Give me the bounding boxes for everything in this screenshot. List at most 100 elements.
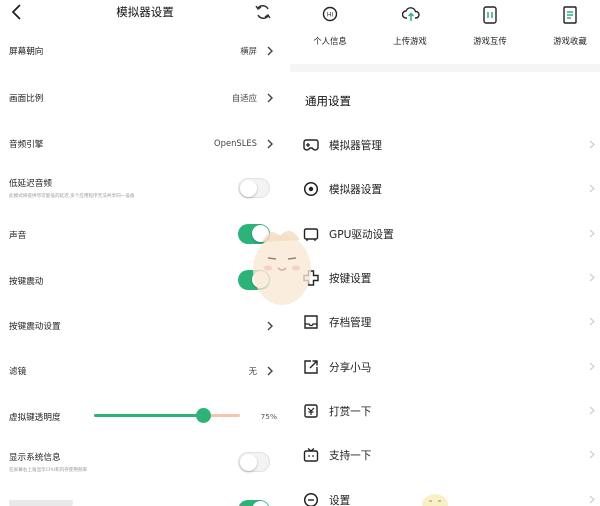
svg-text:HI: HI	[327, 12, 334, 19]
chevron-right-icon	[589, 140, 595, 149]
menu-item-support[interactable]: 支持一下	[290, 435, 600, 475]
share-icon	[304, 360, 318, 374]
setting-row-sound: 声音	[0, 222, 290, 248]
tab-label: 游戏收藏	[553, 36, 587, 46]
menu-item-label: 分享小马	[329, 362, 372, 374]
setting-label: 低延迟音频	[9, 179, 52, 189]
chevron-right-icon	[589, 450, 595, 459]
tab-label: 游戏互传	[473, 36, 507, 46]
tab-personal-info[interactable]: HI 个人信息	[295, 0, 365, 60]
settings-icon	[303, 492, 319, 506]
cut-off-toggle[interactable]	[238, 500, 270, 506]
setting-label: 虚拟键透明度	[9, 413, 61, 423]
chevron-right-icon	[267, 366, 273, 376]
tv-icon	[303, 448, 319, 462]
target-icon	[303, 181, 319, 197]
setting-row-orientation[interactable]: 屏幕朝向 横屏	[0, 38, 290, 64]
setting-label: 滤镜	[9, 367, 27, 377]
setting-value: 自适应	[231, 93, 257, 103]
chevron-right-icon	[589, 406, 595, 415]
setting-label: 声音	[9, 231, 27, 241]
screen: 模拟器设置 屏幕朝向 横屏 画面比例 自适应 音频引擎 OpenSLES 低延迟…	[0, 0, 600, 506]
dpad-icon	[303, 270, 319, 286]
setting-row-aspect-ratio[interactable]: 画面比例 自适应	[0, 85, 290, 111]
menu-item-emulator-settings[interactable]: 模拟器设置	[290, 169, 600, 209]
tab-label: 个人信息	[313, 36, 347, 46]
chevron-right-icon	[589, 317, 595, 326]
menu-item-label: GPU驱动设置	[329, 229, 394, 241]
tab-label: 上传游戏	[393, 36, 427, 46]
setting-row-virtual-key-opacity: 虚拟键透明度 75%	[0, 404, 290, 430]
setting-row-audio-engine[interactable]: 音频引擎 OpenSLES	[0, 131, 290, 157]
setting-description: 此模式将提供尽可能低的延迟,多个应用程序无法共享同一设备	[9, 194, 135, 199]
setting-label: 画面比例	[9, 94, 44, 104]
chevron-right-icon	[267, 321, 273, 331]
system-info-toggle[interactable]	[238, 452, 270, 472]
reward-icon	[304, 404, 318, 418]
chevron-right-icon	[589, 495, 595, 504]
chevron-right-icon	[589, 362, 595, 371]
opacity-slider-fill	[94, 414, 204, 417]
gpu-icon	[303, 228, 319, 241]
opacity-slider-track[interactable]	[94, 414, 240, 417]
setting-label: 按键震动设置	[9, 322, 61, 332]
gamepad-icon	[303, 139, 319, 151]
emulator-settings-panel: 模拟器设置 屏幕朝向 横屏 画面比例 自适应 音频引擎 OpenSLES 低延迟…	[0, 0, 290, 506]
tab-upload-game[interactable]: 上传游戏	[375, 0, 445, 60]
menu-item-label: 支持一下	[329, 450, 372, 462]
chevron-right-icon	[589, 184, 595, 193]
menu-item-label: 设置	[329, 495, 351, 506]
menu-item-label: 打赏一下	[329, 406, 372, 418]
menu-item-emulator-management[interactable]: 模拟器管理	[290, 125, 600, 165]
phone-transfer-icon	[483, 6, 497, 24]
tab-game-favorites[interactable]: 游戏收藏	[535, 0, 600, 60]
toggle-knob	[252, 271, 269, 288]
opacity-value: 75%	[260, 412, 277, 421]
chevron-right-icon	[267, 93, 273, 103]
setting-description: 在屏幕右上角显示CPU和内存使用频率	[9, 468, 88, 473]
refresh-icon[interactable]	[254, 3, 272, 21]
opacity-slider-handle[interactable]	[196, 408, 211, 423]
chevron-right-icon	[589, 273, 595, 282]
setting-row-show-system-info: 显示系统信息 在屏幕右上角显示CPU和内存使用频率	[0, 447, 290, 481]
setting-row-filter[interactable]: 滤镜 无	[0, 358, 290, 384]
setting-label: 音频引擎	[9, 140, 44, 150]
sound-toggle[interactable]	[238, 224, 270, 244]
setting-row-key-vibration: 按键震动	[0, 268, 290, 294]
top-shortcuts: HI 个人信息 上传游戏 游戏互传 游戏收藏	[290, 0, 600, 64]
menu-item-label: 模拟器管理	[329, 140, 382, 152]
section-divider	[290, 64, 600, 72]
menu-item-settings[interactable]: 设置	[290, 480, 600, 506]
menu-item-gpu-driver-settings[interactable]: GPU驱动设置	[290, 214, 600, 254]
chevron-right-icon	[589, 229, 595, 238]
menu-item-key-settings[interactable]: 按键设置	[290, 258, 600, 298]
user-badge-icon: HI	[322, 6, 338, 22]
setting-row-key-vibration-settings[interactable]: 按键震动设置	[0, 313, 290, 339]
cut-off-label	[9, 500, 73, 506]
general-settings-panel: HI 个人信息 上传游戏 游戏互传 游戏收藏 通用设置 模拟器管理 模拟器设置 …	[290, 0, 600, 506]
menu-item-reward[interactable]: 打赏一下	[290, 391, 600, 431]
document-icon	[563, 6, 577, 24]
archive-icon	[304, 315, 318, 329]
setting-row-cut-off	[0, 496, 290, 506]
setting-label: 屏幕朝向	[9, 47, 44, 57]
menu-item-share[interactable]: 分享小马	[290, 347, 600, 387]
setting-value: 横屏	[240, 46, 257, 56]
setting-row-low-latency-audio: 低延迟音频 此模式将提供尽可能低的延迟,多个应用程序无法共享同一设备	[0, 173, 290, 207]
setting-label: 显示系统信息	[9, 453, 61, 463]
page-title: 模拟器设置	[116, 5, 174, 19]
key-vibration-toggle[interactable]	[238, 270, 270, 290]
setting-value: 无	[248, 366, 257, 376]
toggle-knob	[252, 225, 269, 242]
setting-label: 按键震动	[9, 277, 44, 287]
toggle-knob	[240, 453, 257, 471]
menu-item-label: 模拟器设置	[329, 184, 382, 196]
toggle-knob	[252, 501, 269, 506]
toggle-knob	[240, 179, 257, 197]
menu-item-save-management[interactable]: 存档管理	[290, 302, 600, 342]
cloud-upload-icon	[402, 7, 420, 21]
chevron-right-icon	[267, 46, 273, 56]
tab-game-transfer[interactable]: 游戏互传	[455, 0, 525, 60]
menu-item-label: 按键设置	[329, 273, 372, 285]
low-latency-toggle[interactable]	[238, 178, 270, 198]
